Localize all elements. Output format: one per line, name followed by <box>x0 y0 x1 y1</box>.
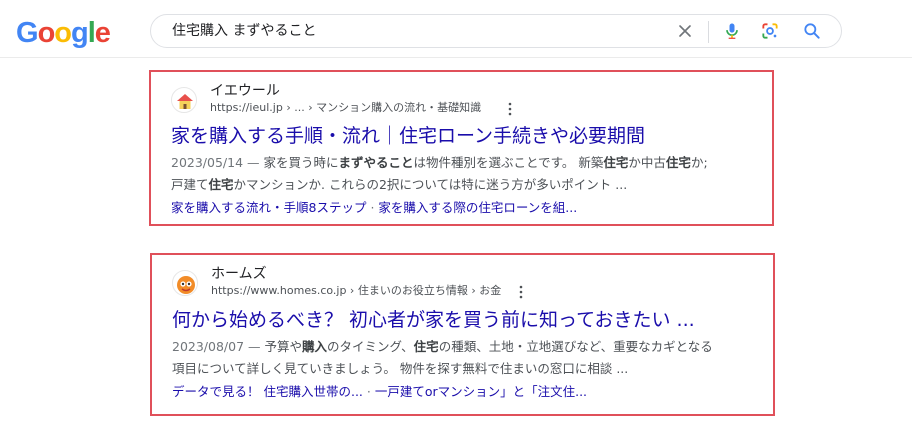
search-icon[interactable] <box>802 21 822 41</box>
result-title-link[interactable]: 何から始めるべき？ 初心者が家を買う前に知っておきたい ... <box>172 308 695 332</box>
site-name: ホームズ <box>211 266 267 282</box>
snippet-text: のタイミング、 <box>327 339 414 354</box>
snippet-text: 項目について詳しく見ていきましょう。 物件を探す無料で住まいの窓口に相談 ... <box>172 361 629 376</box>
google-logo[interactable]: Google <box>16 16 111 50</box>
sitelink-separator: · <box>366 200 379 215</box>
house-icon <box>171 87 197 113</box>
snippet-highlight: 住宅 <box>603 155 629 170</box>
search-query[interactable]: 住宅購入 まずやること <box>172 15 316 47</box>
logo-letter: g <box>71 17 89 49</box>
result-sitelinks: データで見る！ 住宅購入世帯の... · 一戸建てorマンション」と「注文住..… <box>172 383 587 401</box>
snippet-text: 家を買う時に <box>263 155 339 170</box>
logo-letter: o <box>37 17 56 49</box>
snippet-highlight: まずやること <box>338 155 414 170</box>
site-url: https://www.homes.co.jp › 住まいのお役立ち情報 › お… <box>211 284 502 297</box>
logo-letter: l <box>87 17 96 49</box>
sitelink-separator: · <box>362 384 375 399</box>
result-date: 2023/05/14 — <box>171 155 264 170</box>
sitelink[interactable]: 家を購入する際の住宅ローンを組... <box>378 200 577 215</box>
sitelink[interactable]: 家を購入する流れ・手順8ステップ <box>171 200 366 215</box>
snippet-text: は物件種別を選ぶことです。 新築 <box>413 155 604 170</box>
snippet-text: の種類、土地・立地選びなど、重要なカギとなる <box>438 339 713 354</box>
more-vert-icon[interactable] <box>518 285 524 299</box>
result-date: 2023/08/07 — <box>172 339 265 354</box>
result-title-link[interactable]: 家を購入する手順・流れ｜住宅ローン手続きや必要期間 <box>171 124 645 148</box>
logo-letter: G <box>16 17 39 49</box>
result-snippet-line: 戸建て住宅かマンションか. これらの2択については特に迷う方が多いポイント ..… <box>171 174 627 195</box>
result-snippet-line: 2023/05/14 — 家を買う時にまずやることは物件種別を選ぶことです。 新… <box>171 152 708 173</box>
search-input[interactable]: 住宅購入 まずやること <box>150 14 842 48</box>
result-snippet-line: 2023/08/07 — 予算や購入のタイミング、住宅の種類、土地・立地選びなど… <box>172 336 713 357</box>
logo-letter: e <box>94 17 111 49</box>
snippet-text: かマンションか. これらの2択については特に迷う方が多いポイント ... <box>233 177 628 192</box>
snippet-text: 予算や <box>264 339 303 354</box>
more-vert-icon[interactable] <box>507 102 513 116</box>
result-snippet-line: 項目について詳しく見ていきましょう。 物件を探す無料で住まいの窓口に相談 ... <box>172 358 628 379</box>
search-result: イエウール https://ieul.jp › ... › マンション購入の流れ… <box>149 70 774 226</box>
snippet-text: か; <box>690 155 708 170</box>
microphone-icon[interactable] <box>722 21 742 41</box>
logo-letter: o <box>54 17 72 49</box>
search-header: Google 住宅購入 まずやること <box>0 0 912 58</box>
site-name: イエウール <box>210 83 280 99</box>
result-source[interactable]: イエウール https://ieul.jp › ... › マンション購入の流れ… <box>171 82 731 116</box>
snippet-highlight: 住宅 <box>413 339 439 354</box>
snippet-text: 戸建て <box>171 177 209 192</box>
search-result: ホームズ https://www.homes.co.jp › 住まいのお役立ち情… <box>150 253 775 416</box>
result-source[interactable]: ホームズ https://www.homes.co.jp › 住まいのお役立ち情… <box>172 265 732 299</box>
sitelink[interactable]: 一戸建てorマンション」と「注文住... <box>375 384 587 399</box>
sitelink[interactable]: データで見る！ 住宅購入世帯の... <box>172 384 363 399</box>
search-divider <box>708 21 709 43</box>
result-sitelinks: 家を購入する流れ・手順8ステップ · 家を購入する際の住宅ローンを組... <box>171 199 577 217</box>
snippet-highlight: 住宅 <box>665 155 691 170</box>
snippet-highlight: 購入 <box>302 339 328 354</box>
snippet-text: か中古 <box>628 155 666 170</box>
close-icon[interactable] <box>675 21 695 41</box>
google-lens-icon[interactable] <box>760 21 780 41</box>
snippet-highlight: 住宅 <box>208 177 234 192</box>
site-url: https://ieul.jp › ... › マンション購入の流れ・基礎知識 <box>210 101 482 114</box>
homes-mascot-icon <box>172 270 198 296</box>
